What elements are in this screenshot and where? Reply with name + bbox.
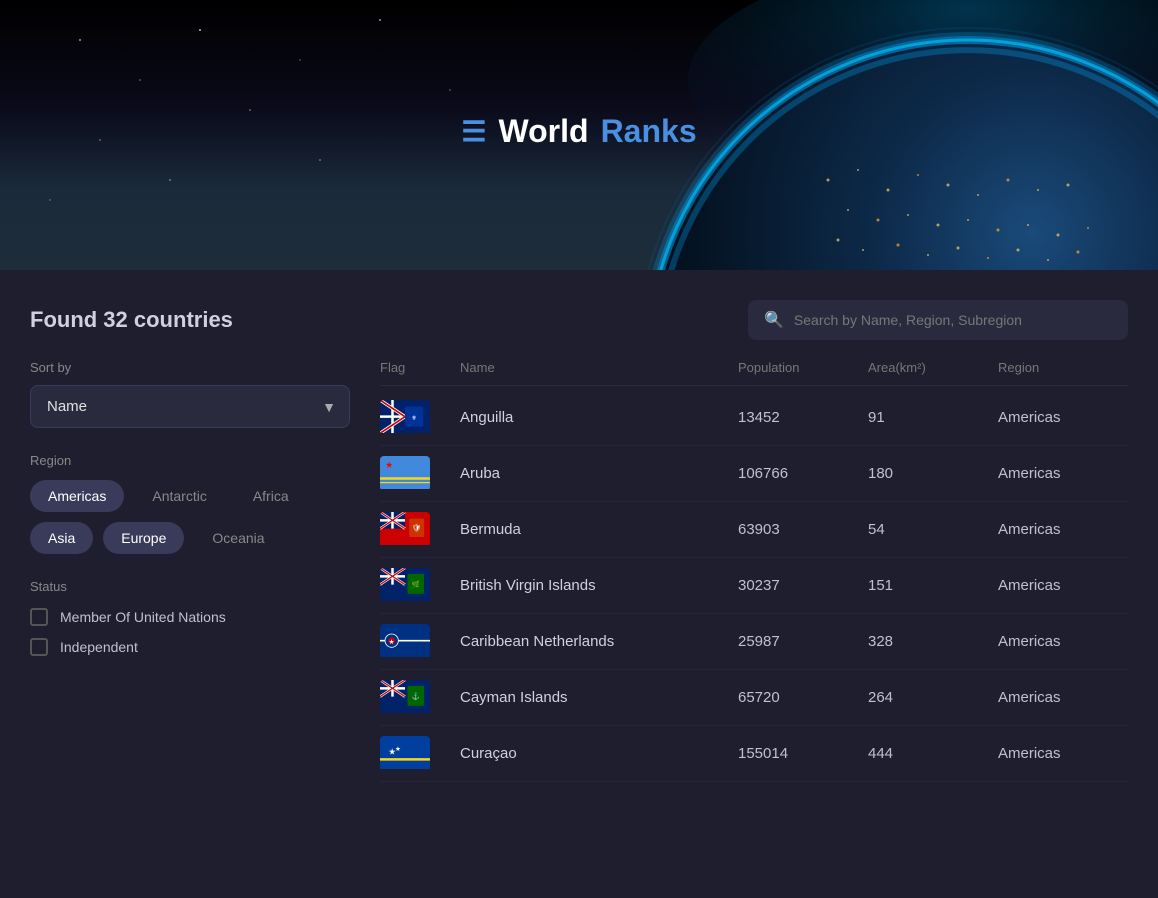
flag-cell: 🛡	[380, 512, 460, 547]
flag-image: ★ ★	[380, 736, 430, 771]
th-flag: Flag	[380, 360, 460, 375]
un-member-label: Member Of United Nations	[60, 609, 226, 625]
flag-cell: ★	[380, 624, 460, 659]
flag-image: 🛡	[380, 512, 430, 547]
countries-table: Flag Name Population Area(km²) Region ⚜	[380, 360, 1128, 782]
country-name: Curaçao	[460, 745, 738, 762]
table-row[interactable]: Aruba 106766 180 Americas	[380, 446, 1128, 502]
region-btn-americas[interactable]: Americas	[30, 480, 124, 512]
country-name: Bermuda	[460, 521, 738, 538]
sidebar: Sort by Name Population Area ▼ Region Am…	[30, 360, 350, 782]
independent-checkbox[interactable]	[30, 638, 48, 656]
search-input[interactable]	[794, 312, 1112, 328]
population-value: 25987	[738, 633, 868, 650]
region-btn-oceania[interactable]: Oceania	[194, 522, 282, 554]
svg-text:🛡: 🛡	[412, 523, 422, 532]
app-title: ☰ World Ranks	[461, 113, 696, 150]
region-label: Region	[30, 453, 350, 468]
flag-cell: ⚓	[380, 680, 460, 715]
sort-select-wrapper: Name Population Area ▼	[30, 385, 350, 428]
region-value: Americas	[998, 521, 1128, 538]
area-value: 328	[868, 633, 998, 650]
flag-cell	[380, 456, 460, 491]
title-world: World	[499, 113, 589, 150]
flag-image	[380, 456, 430, 491]
svg-text:⚜: ⚜	[411, 414, 417, 422]
svg-text:🌿: 🌿	[412, 579, 420, 588]
region-value: Americas	[998, 465, 1128, 482]
country-name: British Virgin Islands	[460, 577, 738, 594]
svg-text:★: ★	[395, 745, 401, 753]
table-row[interactable]: ★ Caribbean Netherlands 25987 328 Americ…	[380, 614, 1128, 670]
country-name: Caribbean Netherlands	[460, 633, 738, 650]
flag-image: 🌿	[380, 568, 430, 603]
flag-cell: ⚜	[380, 400, 460, 435]
region-btn-antarctic[interactable]: Antarctic	[134, 480, 224, 512]
checkbox-row-un: Member Of United Nations	[30, 608, 350, 626]
search-container[interactable]: 🔍	[748, 300, 1128, 340]
top-bar: Found 32 countries 🔍	[30, 300, 1128, 340]
flag-image: ⚜	[380, 400, 430, 435]
region-value: Americas	[998, 577, 1128, 594]
region-value: Americas	[998, 409, 1128, 426]
table-row[interactable]: 🛡 Bermuda 63903 54 Americas	[380, 502, 1128, 558]
th-area: Area(km²)	[868, 360, 998, 375]
th-population: Population	[738, 360, 868, 375]
area-value: 180	[868, 465, 998, 482]
checkbox-row-independent: Independent	[30, 638, 350, 656]
title-ranks: Ranks	[601, 113, 697, 150]
main-content: Found 32 countries 🔍 Sort by Name Popula…	[0, 270, 1158, 898]
status-label: Status	[30, 579, 350, 594]
flag-image: ⚓	[380, 680, 430, 715]
region-value: Americas	[998, 633, 1128, 650]
flag-cell: 🌿	[380, 568, 460, 603]
population-value: 106766	[738, 465, 868, 482]
table-row[interactable]: ★ ★ Curaçao 155014 444 Americas	[380, 726, 1128, 782]
sort-label: Sort by	[30, 360, 350, 375]
country-name: Cayman Islands	[460, 689, 738, 706]
logo-icon: ☰	[461, 115, 486, 148]
area-value: 264	[868, 689, 998, 706]
found-countries-text: Found 32 countries	[30, 307, 233, 333]
region-btn-africa[interactable]: Africa	[235, 480, 307, 512]
country-name: Anguilla	[460, 409, 738, 426]
population-value: 65720	[738, 689, 868, 706]
region-buttons: Americas Antarctic Africa Asia Europe Oc…	[30, 480, 350, 554]
th-region: Region	[998, 360, 1128, 375]
region-btn-asia[interactable]: Asia	[30, 522, 93, 554]
population-value: 63903	[738, 521, 868, 538]
region-btn-europe[interactable]: Europe	[103, 522, 184, 554]
flag-cell: ★ ★	[380, 736, 460, 771]
country-name: Aruba	[460, 465, 738, 482]
un-member-checkbox[interactable]	[30, 608, 48, 626]
area-value: 151	[868, 577, 998, 594]
hero-section: ☰ World Ranks	[0, 0, 1158, 270]
table-row[interactable]: ⚜ Anguilla 13452 91 Americas	[380, 390, 1128, 446]
region-value: Americas	[998, 689, 1128, 706]
table-row[interactable]: 🌿 British Virgin Islands 30237 151 Ameri…	[380, 558, 1128, 614]
svg-text:★: ★	[389, 638, 395, 646]
area-value: 444	[868, 745, 998, 762]
table-row[interactable]: ⚓ Cayman Islands 65720 264 Americas	[380, 670, 1128, 726]
svg-text:⚓: ⚓	[412, 691, 420, 700]
independent-label: Independent	[60, 639, 138, 655]
area-value: 91	[868, 409, 998, 426]
flag-image: ★	[380, 624, 430, 659]
th-name: Name	[460, 360, 738, 375]
table-header: Flag Name Population Area(km²) Region	[380, 360, 1128, 386]
population-value: 30237	[738, 577, 868, 594]
sort-select[interactable]: Name Population Area	[30, 385, 350, 428]
population-value: 13452	[738, 409, 868, 426]
country-rows: ⚜ Anguilla 13452 91 Americas Aruba 10676…	[380, 390, 1128, 782]
population-value: 155014	[738, 745, 868, 762]
region-value: Americas	[998, 745, 1128, 762]
search-icon: 🔍	[764, 310, 784, 330]
body-layout: Sort by Name Population Area ▼ Region Am…	[30, 360, 1128, 782]
area-value: 54	[868, 521, 998, 538]
